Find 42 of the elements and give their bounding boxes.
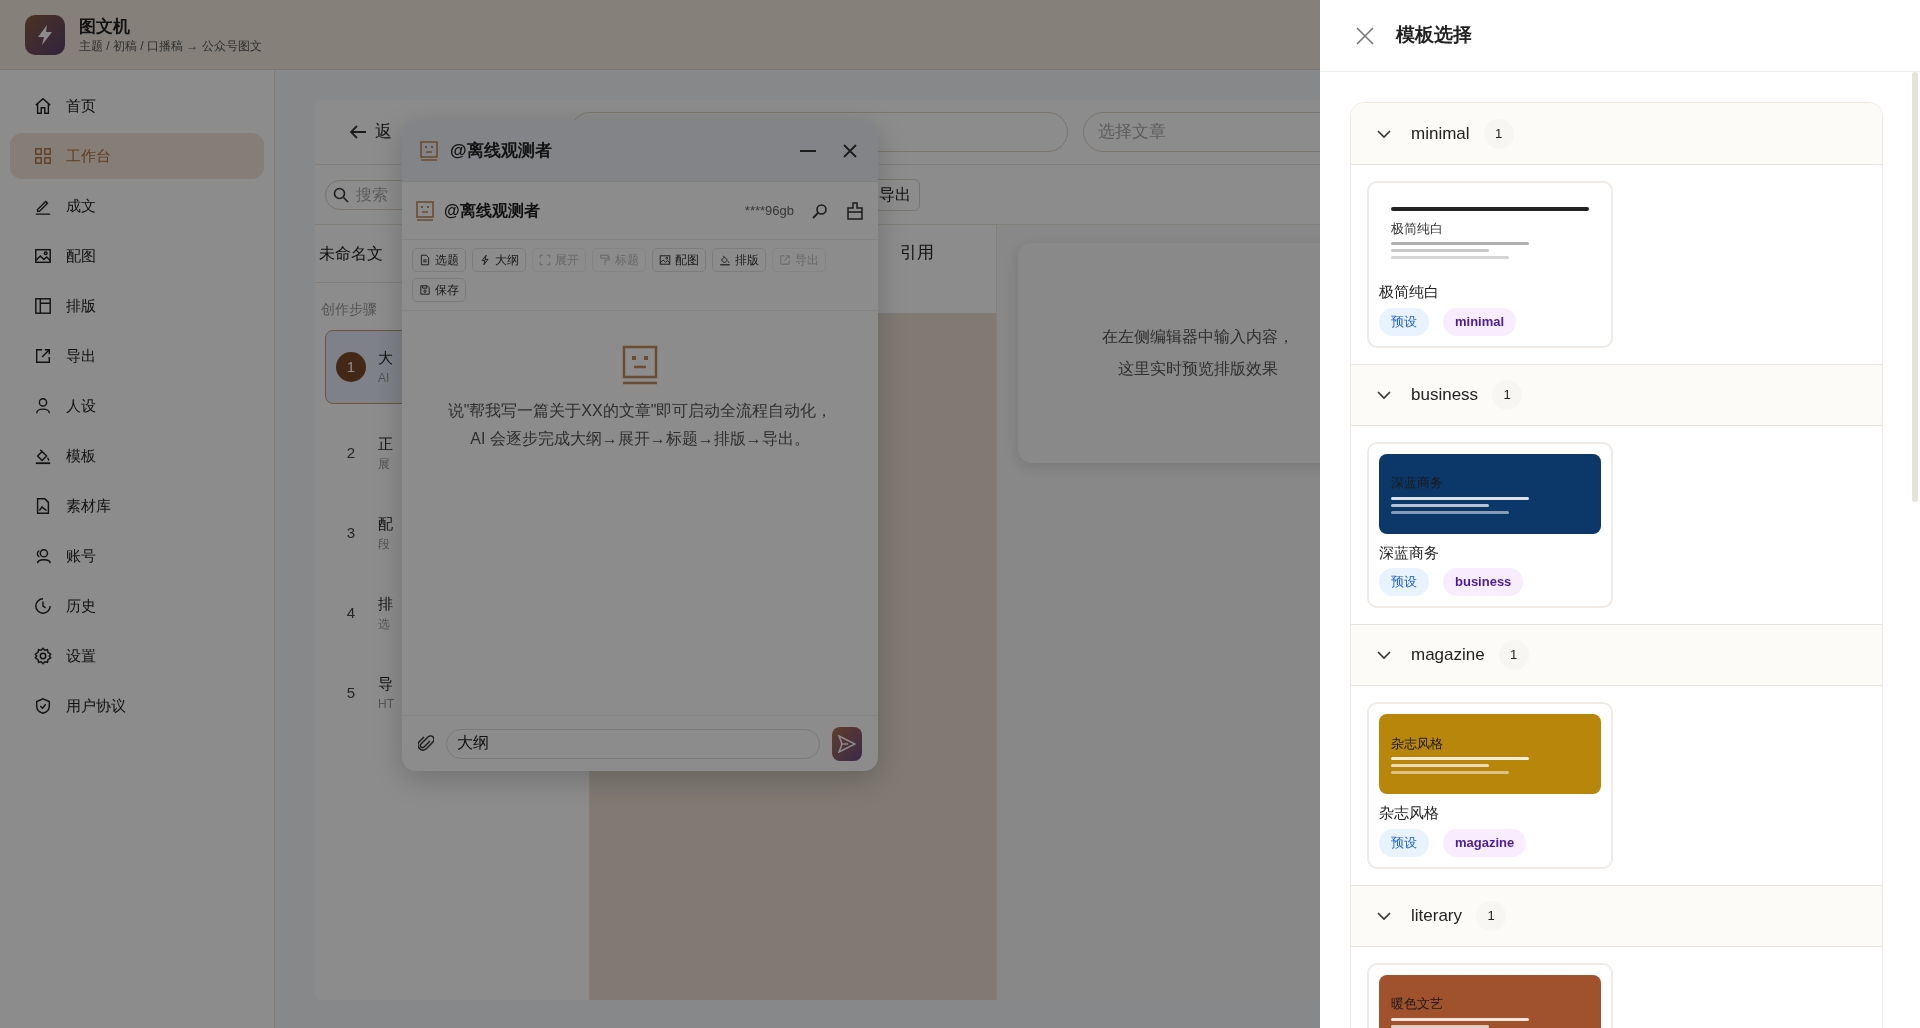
- step-number: 1: [336, 352, 366, 382]
- step-title: 导: [378, 673, 393, 694]
- tag: business: [1443, 568, 1524, 596]
- count-badge: 1: [1476, 900, 1506, 931]
- step-title: 排: [378, 593, 393, 614]
- group-name: magazine: [1411, 644, 1485, 667]
- step-number: 3: [345, 522, 357, 543]
- preview-title: 暖色文艺: [1391, 995, 1444, 1014]
- step-title: 大: [378, 347, 393, 368]
- step-number: 4: [345, 602, 357, 623]
- step-title: 正: [378, 433, 393, 454]
- step-number: 2: [345, 442, 357, 463]
- step-title: 配: [378, 513, 393, 534]
- tag: 预设: [1379, 568, 1429, 596]
- agent-name: @离线观测者: [444, 200, 541, 221]
- template-name: 杂志风格: [1379, 803, 1440, 823]
- chat-title: @离线观测者: [450, 139, 553, 162]
- template-name: 极简纯白: [1379, 282, 1440, 302]
- drawer-title: 模板选择: [1396, 23, 1472, 48]
- step-number: 5: [345, 682, 357, 703]
- count-badge: 1: [1492, 379, 1523, 410]
- preview-hint: 这里实时预览排版效果: [1118, 359, 1278, 379]
- group-name: minimal: [1411, 122, 1470, 145]
- template-name: 深蓝商务: [1379, 542, 1440, 563]
- count-badge: 1: [1483, 118, 1514, 149]
- tag: minimal: [1443, 307, 1517, 336]
- preview-title: 杂志风格: [1391, 734, 1444, 753]
- breadcrumb: 主题 / 初稿 / 口播稿 → 公众号图文: [79, 37, 262, 54]
- document-title: 未命名文: [319, 243, 383, 264]
- preview-title: 极简纯白: [1391, 219, 1444, 238]
- group-name: literary: [1411, 904, 1462, 927]
- group-name: business: [1411, 383, 1479, 406]
- step-subtitle: HT: [378, 696, 394, 714]
- tag: 预设: [1379, 307, 1429, 336]
- empty-state-message: 说"帮我写一篇关于XX的文章"即可启动全流程自动化，AI 会逐步完成大纲→展开→标题→排版→导出。: [446, 401, 834, 449]
- api-key-text: ****96gb: [744, 201, 794, 220]
- tag: magazine: [1443, 828, 1527, 857]
- app-title: 图文机: [79, 15, 131, 38]
- count-badge: 1: [1498, 640, 1529, 670]
- tag: 预设: [1379, 828, 1429, 857]
- preview-hint: 在左侧编辑器中输入内容，: [1102, 327, 1294, 347]
- preview-title: 深蓝商务: [1391, 474, 1444, 493]
